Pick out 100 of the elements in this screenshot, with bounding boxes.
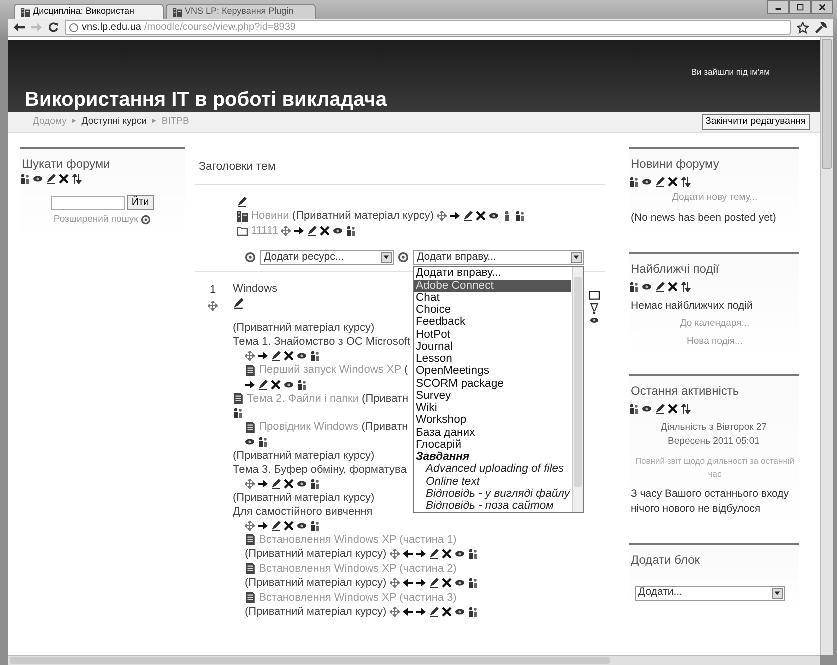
delete-icon[interactable] [442,578,452,588]
up-down-arrows-icon[interactable] [681,176,691,187]
move-icon[interactable] [437,211,448,222]
eye-icon[interactable] [33,174,43,184]
move-icon[interactable] [390,607,400,618]
dropdown-option[interactable]: Feedback [414,316,571,328]
breadcrumb-link[interactable]: Доступні курси [82,114,147,130]
dropdown-option[interactable]: Додати вправу... [414,267,571,280]
help-icon[interactable] [245,252,256,264]
edit-icon[interactable] [655,404,665,414]
move-icon[interactable] [390,578,400,588]
eye-icon[interactable] [297,520,307,531]
right-arrow-icon[interactable] [258,520,268,531]
reload-icon[interactable] [48,22,59,33]
delete-icon[interactable] [442,607,452,618]
up-down-arrows-icon[interactable] [681,404,691,414]
dropdown-option[interactable]: SCORM package [414,378,571,390]
people-icon[interactable] [258,436,268,447]
edit-icon[interactable] [233,298,244,309]
wrench-icon[interactable] [815,22,827,34]
eye-icon[interactable] [245,436,255,447]
add-block-select[interactable]: Додати... [634,586,784,600]
edit-icon[interactable] [46,174,56,184]
people-icon[interactable] [20,174,30,184]
right-arrow-icon[interactable] [258,351,268,362]
delete-icon[interactable] [271,380,281,390]
right-arrow-icon[interactable] [245,380,255,390]
delete-icon[interactable] [668,404,678,414]
dropdown-option[interactable]: Adobe Connect [414,280,571,292]
people-icon[interactable] [310,351,320,362]
help-icon[interactable] [141,214,152,225]
delete-icon[interactable] [320,226,330,236]
scrollbar-thumb[interactable] [10,657,610,664]
move-icon[interactable] [390,549,400,560]
up-down-arrows-icon[interactable] [72,174,82,184]
left-arrow-icon[interactable] [402,578,413,588]
dropdown-option[interactable]: Wiki [414,402,571,414]
eye-icon[interactable] [489,211,500,222]
people-icon[interactable] [629,282,639,292]
delete-icon[interactable] [668,176,678,187]
people-icon[interactable] [346,226,356,236]
edit-icon[interactable] [428,578,439,588]
help-icon[interactable] [398,252,409,264]
close-button[interactable] [811,0,833,14]
scrollbar-thumb[interactable] [574,277,582,488]
move-icon[interactable] [208,300,218,311]
move-icon[interactable] [245,351,255,362]
move-icon[interactable] [281,226,292,236]
browser-tab[interactable]: VNS LP: Керування Plugin [166,4,316,19]
edit-icon[interactable] [237,197,247,208]
people-icon[interactable] [310,478,320,489]
dropdown-option[interactable]: База даних [414,426,571,439]
right-arrow-icon[interactable] [450,211,460,222]
delete-icon[interactable] [284,520,294,531]
people-icon[interactable] [629,176,639,187]
edit-icon[interactable] [271,478,281,489]
dropdown-option[interactable]: HotPot [414,328,571,341]
add-resource-select[interactable]: Додати ресурс... [260,250,394,266]
dropdown-option[interactable]: OpenMeetings [414,365,571,378]
eye-icon[interactable] [333,226,344,236]
people-icon[interactable] [310,520,320,531]
delete-icon[interactable] [442,549,452,560]
eye-icon[interactable] [454,578,465,588]
dropdown-option[interactable]: Online text [414,476,571,488]
scrollbar-thumb[interactable] [822,39,832,169]
eye-icon[interactable] [454,549,465,560]
people-icon[interactable] [468,578,478,588]
people-icon[interactable] [468,549,478,560]
eye-icon[interactable] [284,380,294,390]
people-icon[interactable] [629,404,639,414]
edit-icon[interactable] [258,380,268,390]
eye-icon[interactable] [454,607,465,618]
edit-icon[interactable] [428,549,439,560]
dropdown-option[interactable]: Advanced uploading of files [414,463,571,476]
square-icon[interactable] [588,290,600,302]
eye-icon[interactable] [642,404,652,414]
add-activity-select[interactable]: Додати вправу... [413,250,584,266]
delete-icon[interactable] [284,478,294,489]
dropdown-option[interactable]: Глосарій [414,438,571,451]
finish-editing-button[interactable]: Закінчити редагування [702,114,810,130]
people-icon[interactable] [297,380,307,390]
browser-tab[interactable]: Дисципліна: Використан [14,4,164,19]
edit-icon[interactable] [655,176,665,187]
right-arrow-icon[interactable] [416,607,426,618]
lightbulb-icon[interactable] [588,303,600,314]
edit-icon[interactable] [271,351,281,362]
edit-icon[interactable] [271,520,281,531]
delete-icon[interactable] [59,174,69,184]
people-icon[interactable] [233,408,243,418]
eye-icon[interactable] [590,316,598,326]
eye-icon[interactable] [642,176,652,187]
go-button[interactable]: Йти [126,195,154,210]
star-icon[interactable] [797,22,809,34]
address-field[interactable]: vns.lp.edu.ua /moodle/course/view.php?id=8939 [65,20,791,35]
left-arrow-icon[interactable] [402,607,413,618]
search-field[interactable] [50,196,125,210]
edit-icon[interactable] [655,282,665,292]
vertical-scrollbar[interactable] [820,37,833,655]
delete-icon[interactable] [476,211,486,222]
right-arrow-icon[interactable] [294,226,304,236]
